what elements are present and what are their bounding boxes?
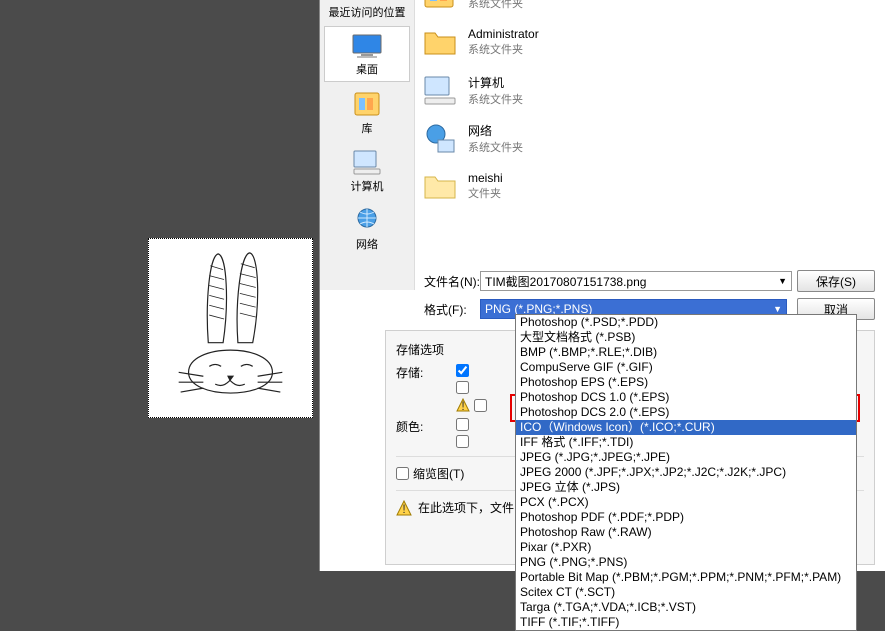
color-opt-2[interactable] xyxy=(456,435,469,448)
format-option[interactable]: JPEG 立体 (*.JPS) xyxy=(516,480,856,495)
format-label: 格式(F): xyxy=(420,301,480,318)
nav-recent[interactable]: 最近访问的位置 xyxy=(320,0,414,24)
format-option[interactable]: PNG (*.PNG;*.PNS) xyxy=(516,555,856,570)
format-option[interactable]: TIFF (*.TIF;*.TIFF) xyxy=(516,615,856,630)
format-option[interactable]: Photoshop (*.PSD;*.PDD) xyxy=(516,315,856,330)
format-option[interactable]: IFF 格式 (*.IFF;*.TDI) xyxy=(516,435,856,450)
nav-libraries[interactable]: 库 xyxy=(320,84,414,140)
list-item[interactable]: 网络系统文件夹 xyxy=(420,114,860,162)
color-opt-1[interactable] xyxy=(456,418,469,431)
file-list[interactable]: 库系统文件夹 Administrator系统文件夹 计算机系统文件夹 网络系统文… xyxy=(420,0,860,210)
libraries-icon xyxy=(422,0,458,10)
libraries-icon xyxy=(351,90,383,118)
format-option[interactable]: Photoshop PDF (*.PDF;*.PDP) xyxy=(516,510,856,525)
save-dialog: 最近访问的位置 桌面 库 计算机 网络 库系统文件夹 Administrator… xyxy=(319,0,885,571)
filename-input[interactable] xyxy=(480,271,792,291)
format-option[interactable]: PCX (*.PCX) xyxy=(516,495,856,510)
format-option[interactable]: Portable Bit Map (*.PBM;*.PGM;*.PPM;*.PN… xyxy=(516,570,856,585)
store-opt-3[interactable]: ! xyxy=(456,398,487,412)
store-label: 存储: xyxy=(396,364,456,381)
svg-text:!: ! xyxy=(402,502,405,516)
format-option[interactable]: Photoshop DCS 1.0 (*.EPS) xyxy=(516,390,856,405)
format-option[interactable]: Photoshop EPS (*.EPS) xyxy=(516,375,856,390)
desktop-icon xyxy=(351,33,383,59)
format-option[interactable]: Targa (*.TGA;*.VDA;*.ICB;*.VST) xyxy=(516,600,856,615)
computer-icon xyxy=(351,148,383,176)
network-icon xyxy=(351,206,383,234)
format-option[interactable]: CompuServe GIF (*.GIF) xyxy=(516,360,856,375)
chevron-down-icon: ▼ xyxy=(773,304,782,314)
format-option[interactable]: Scitex CT (*.SCT) xyxy=(516,585,856,600)
places-sidebar: 最近访问的位置 桌面 库 计算机 网络 xyxy=(320,0,415,290)
canvas-image xyxy=(148,238,313,418)
nav-computer[interactable]: 计算机 xyxy=(320,142,414,198)
save-button[interactable]: 保存(S) xyxy=(797,270,875,292)
folder-icon xyxy=(422,26,458,58)
computer-icon xyxy=(422,74,458,106)
folder-icon xyxy=(422,170,458,202)
network-icon xyxy=(422,122,458,154)
format-dropdown[interactable]: Photoshop (*.PSD;*.PDD)大型文档格式 (*.PSB)BMP… xyxy=(515,314,857,631)
list-item[interactable]: 计算机系统文件夹 xyxy=(420,66,860,114)
list-item[interactable]: Administrator系统文件夹 xyxy=(420,18,860,66)
format-option[interactable]: JPEG 2000 (*.JPF;*.JPX;*.JP2;*.J2C;*.J2K… xyxy=(516,465,856,480)
format-option[interactable]: Pixar (*.PXR) xyxy=(516,540,856,555)
svg-text:!: ! xyxy=(461,399,464,412)
format-option[interactable]: ICO（Windows Icon）(*.ICO;*.CUR) xyxy=(516,420,856,435)
list-item[interactable]: meishi文件夹 xyxy=(420,162,860,210)
warning-icon: ! xyxy=(456,398,470,412)
rabbit-drawing xyxy=(154,244,307,412)
filename-label: 文件名(N): xyxy=(420,273,480,290)
warning-icon: ! xyxy=(396,500,412,516)
format-option[interactable]: 大型文档格式 (*.PSB) xyxy=(516,330,856,345)
format-option[interactable]: Photoshop Raw (*.RAW) xyxy=(516,525,856,540)
store-opt-2[interactable] xyxy=(456,381,487,394)
chevron-down-icon[interactable]: ▼ xyxy=(778,276,787,286)
color-label: 颜色: xyxy=(396,418,456,435)
format-option[interactable]: JPEG (*.JPG;*.JPEG;*.JPE) xyxy=(516,450,856,465)
nav-network[interactable]: 网络 xyxy=(320,200,414,256)
nav-desktop[interactable]: 桌面 xyxy=(324,26,410,82)
format-option[interactable]: BMP (*.BMP;*.RLE;*.DIB) xyxy=(516,345,856,360)
format-option[interactable]: Photoshop DCS 2.0 (*.EPS) xyxy=(516,405,856,420)
list-item[interactable]: 库系统文件夹 xyxy=(420,0,860,18)
store-opt-1[interactable] xyxy=(456,364,487,377)
